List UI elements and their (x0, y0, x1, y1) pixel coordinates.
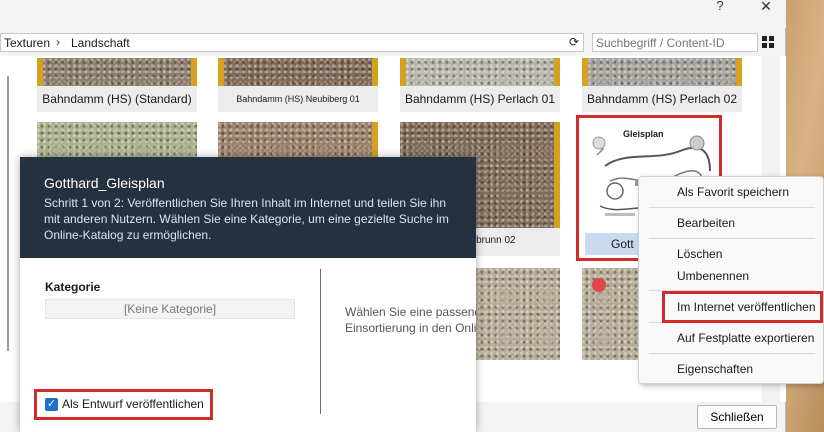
thumbnail-edge (736, 58, 742, 86)
gleisplan-title: Gleisplan (623, 129, 664, 139)
texture-thumbnail (582, 58, 742, 86)
menu-item-export-disk[interactable]: Auf Festplatte exportieren (639, 327, 824, 349)
title-bar: ? ✕ (0, 0, 786, 28)
close-button[interactable]: Schließen (697, 405, 777, 429)
menu-item-favorite[interactable]: Als Favorit speichern (639, 181, 824, 203)
menu-separator (649, 238, 815, 239)
texture-tile[interactable]: Bahndamm (HS) Neubiberg 01 (218, 58, 378, 112)
draft-checkbox[interactable]: ✓ (45, 398, 58, 411)
texture-tile[interactable]: Bahndamm (HS) Perlach 02 (582, 58, 742, 112)
hint-line: Wählen Sie eine passende (345, 305, 476, 319)
grid-view-icon[interactable] (762, 36, 774, 48)
search-input[interactable] (592, 33, 758, 52)
menu-separator (649, 207, 815, 208)
highlight-box (662, 291, 823, 323)
thumbnail-edge (554, 58, 560, 86)
texture-tile[interactable]: Bahndamm (HS) (Standard) (37, 58, 197, 112)
draft-checkbox-row[interactable]: ✓ Als Entwurf veröffentlichen (34, 389, 213, 420)
breadcrumb-texturen[interactable]: Texturen (4, 36, 50, 50)
chevron-right-icon: › (56, 35, 60, 49)
texture-label: Bahndamm (HS) Perlach 02 (582, 88, 742, 110)
menu-item-rename[interactable]: Umbenennen (639, 265, 824, 287)
texture-tile[interactable]: Bahndamm (HS) Perlach 01 (400, 58, 560, 112)
hint-line: Einsortierung in den Onli (345, 321, 476, 335)
thumbnail-edge (554, 122, 560, 228)
draft-checkbox-label[interactable]: Als Entwurf veröffentlichen (62, 397, 204, 411)
dialog-description: Schritt 1 von 2: Veröffentlichen Sie Ihr… (44, 196, 449, 242)
close-window-button[interactable]: ✕ (746, 0, 786, 22)
thumbnail-edge (191, 58, 197, 86)
category-select[interactable]: [Keine Kategorie] (45, 299, 295, 319)
thumbnail-edge (582, 58, 588, 86)
menu-item-edit[interactable]: Bearbeiten (639, 212, 824, 234)
texture-label: Bahndamm (HS) (Standard) (37, 88, 197, 110)
texture-label: Bahndamm (HS) Neubiberg 01 (218, 88, 378, 110)
dialog-title: Gotthard_Gleisplan (44, 175, 165, 191)
category-label: Kategorie (45, 280, 101, 294)
breadcrumb[interactable]: Texturen › Landschaft ⟳ (0, 33, 584, 52)
texture-thumbnail (218, 58, 378, 86)
dialog-header: Gotthard_Gleisplan Schritt 1 von 2: Verö… (20, 157, 476, 258)
menu-item-properties[interactable]: Eigenschaften (639, 358, 824, 380)
texture-label: Bahndamm (HS) Perlach 01 (400, 88, 560, 110)
texture-thumbnail (37, 58, 197, 86)
context-menu: Als Favorit speichern Bearbeiten Löschen… (638, 176, 824, 384)
breadcrumb-landschaft[interactable]: Landschaft (71, 36, 130, 50)
left-gutter (0, 56, 20, 402)
thumbnail-edge (218, 58, 224, 86)
category-hint: Wählen Sie eine passende Einsortierung i… (345, 304, 476, 336)
refresh-icon[interactable]: ⟳ (569, 35, 579, 49)
thumbnail-edge (400, 58, 406, 86)
texture-thumbnail (400, 58, 560, 86)
menu-separator (649, 353, 815, 354)
scrollbar[interactable] (7, 76, 9, 351)
divider (320, 269, 321, 414)
menu-item-delete[interactable]: Löschen (639, 243, 824, 265)
thumbnail-edge (37, 58, 43, 86)
thumbnail-edge (372, 58, 378, 86)
favorite-badge-icon (592, 278, 606, 292)
help-button[interactable]: ? (700, 0, 740, 22)
